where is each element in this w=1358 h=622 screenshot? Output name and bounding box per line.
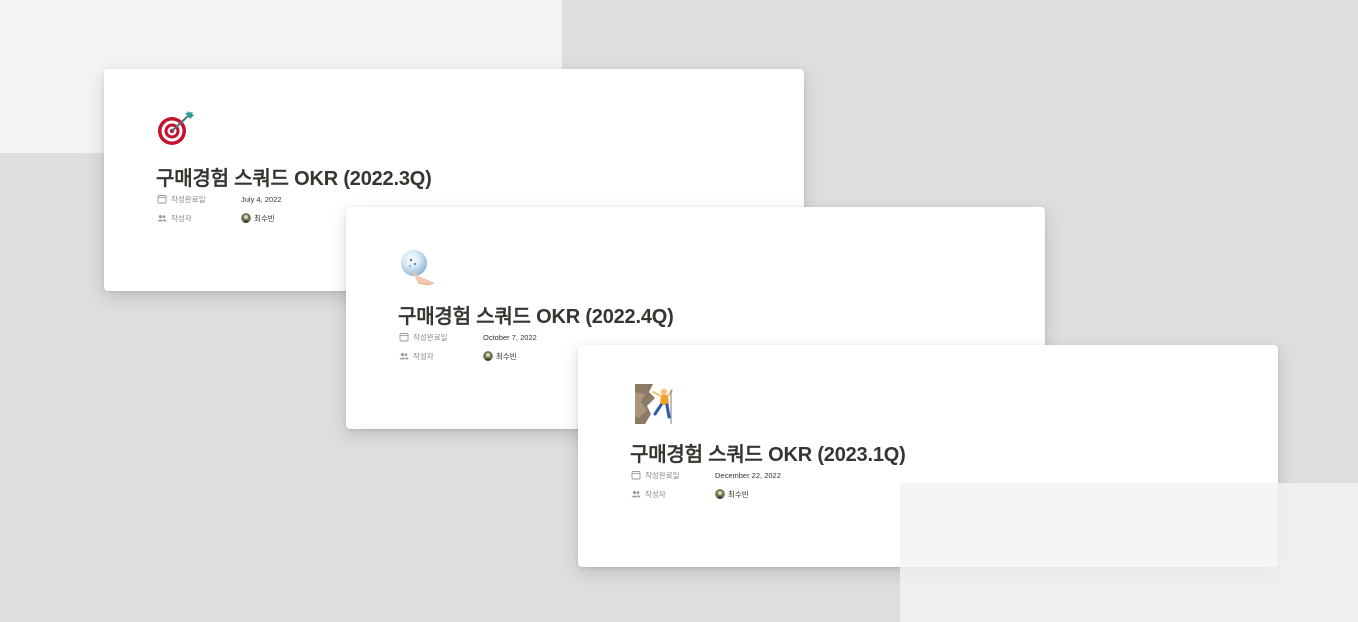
property-label-date: 작성완료일 [645, 470, 680, 480]
background-panel [900, 483, 1358, 622]
author-name[interactable]: 최수빈 [496, 351, 517, 362]
person-climbing-icon [635, 384, 675, 424]
property-author-row: 작성자 최수빈 [157, 210, 275, 226]
property-label-author: 작성자 [413, 351, 434, 361]
property-value-date[interactable]: July 4, 2022 [241, 195, 281, 204]
author-name[interactable]: 최수빈 [728, 489, 749, 500]
property-value-date[interactable]: October 7, 2022 [483, 333, 537, 342]
property-date-row: 작성완료일 July 4, 2022 [157, 191, 281, 207]
property-label-author: 작성자 [171, 213, 192, 223]
people-icon [399, 353, 409, 360]
page-title[interactable]: 구매경험 스쿼드 OKR (2022.4Q) [398, 300, 674, 329]
avatar [715, 489, 725, 499]
avatar [483, 351, 493, 361]
property-value-date[interactable]: December 22, 2022 [715, 471, 781, 480]
author-name[interactable]: 최수빈 [254, 213, 275, 224]
page-title[interactable]: 구매경험 스쿼드 OKR (2023.1Q) [630, 438, 906, 467]
calendar-icon [631, 471, 641, 480]
people-icon [157, 215, 167, 222]
calendar-icon [157, 195, 167, 204]
property-label-date: 작성완료일 [413, 332, 448, 342]
property-label-date: 작성완료일 [171, 194, 206, 204]
direct-hit-target-icon [156, 109, 196, 149]
calendar-icon [399, 333, 409, 342]
property-author-row: 작성자 최수빈 [631, 486, 749, 502]
property-date-row: 작성완료일 December 22, 2022 [631, 467, 781, 483]
avatar [241, 213, 251, 223]
people-icon [631, 491, 641, 498]
property-author-row: 작성자 최수빈 [399, 348, 517, 364]
page-title[interactable]: 구매경험 스쿼드 OKR (2022.3Q) [156, 162, 432, 191]
crystal-ball-hand-icon [398, 247, 438, 287]
property-label-author: 작성자 [645, 489, 666, 499]
property-date-row: 작성완료일 October 7, 2022 [399, 329, 537, 345]
